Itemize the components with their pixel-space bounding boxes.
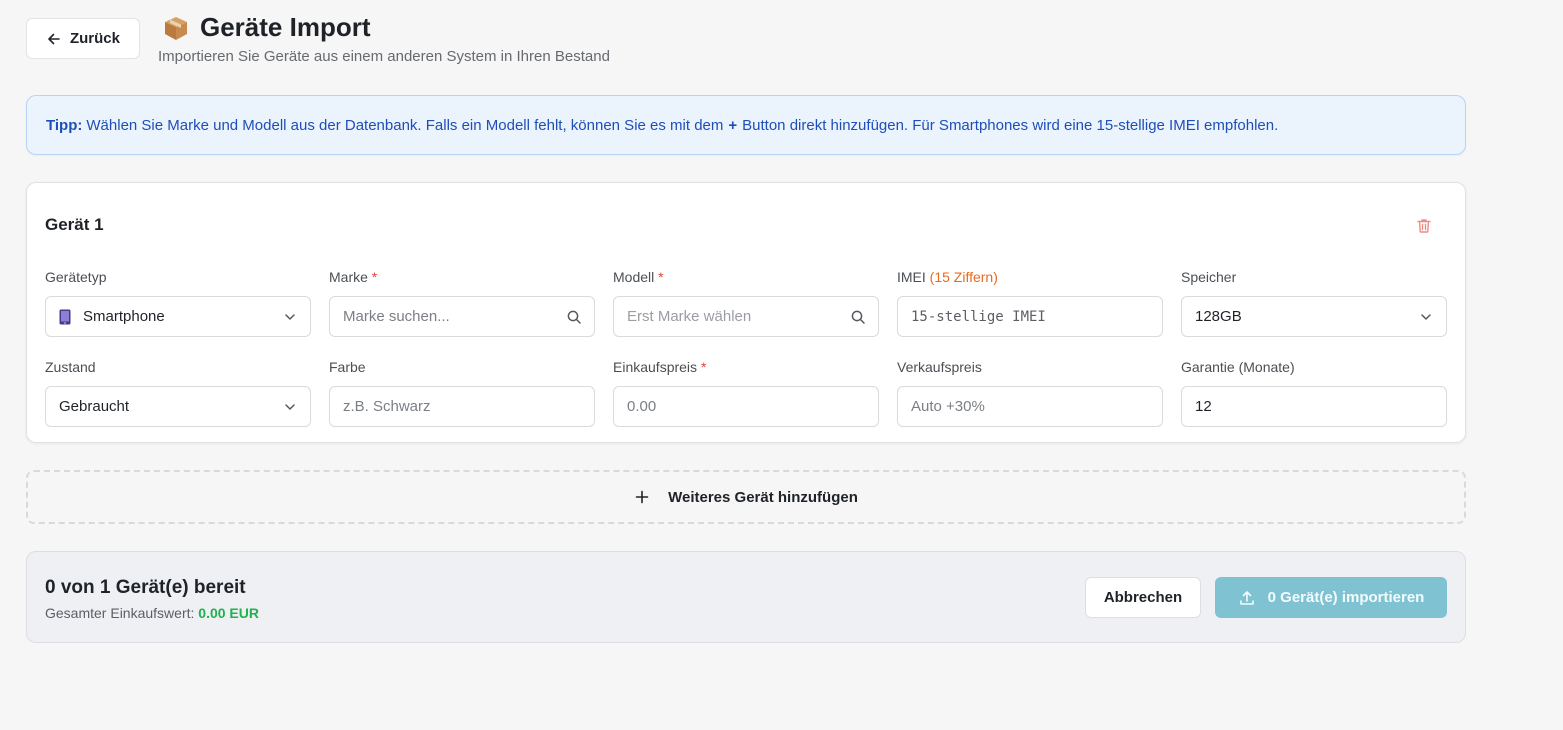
field-sale-price: Verkaufspreis Auto +30% xyxy=(897,359,1163,427)
chevron-down-icon xyxy=(1421,314,1431,320)
add-device-label: Weiteres Gerät hinzufügen xyxy=(668,488,858,506)
brand-search-input[interactable]: Marke suchen... xyxy=(329,296,595,337)
tip-text-before: Wählen Sie Marke und Modell aus der Date… xyxy=(86,116,724,134)
plus-icon xyxy=(635,490,649,504)
tip-prefix: Tipp: xyxy=(46,116,83,134)
chevron-down-icon xyxy=(285,404,295,410)
color-placeholder: z.B. Schwarz xyxy=(343,398,431,415)
device-type-select[interactable]: Smartphone xyxy=(45,296,311,337)
field-imei: IMEI (15 Ziffern) 15-stellige IMEI xyxy=(897,269,1163,337)
search-icon xyxy=(567,310,581,324)
tip-banner: Tipp: Wählen Sie Marke und Modell aus de… xyxy=(26,95,1466,155)
model-label: Modell * xyxy=(613,269,664,285)
model-placeholder: Erst Marke wählen xyxy=(627,308,752,325)
storage-select[interactable]: 128GB xyxy=(1181,296,1447,337)
arrow-left-icon xyxy=(48,33,60,44)
imei-label: IMEI (15 Ziffern) xyxy=(897,269,998,285)
page-header: Geräte Import xyxy=(162,12,371,43)
color-input[interactable]: z.B. Schwarz xyxy=(329,386,595,427)
purchase-price-input[interactable]: 0.00 xyxy=(613,386,879,427)
total-label: Gesamter Einkaufswert: xyxy=(45,605,195,621)
field-storage: Speicher 128GB xyxy=(1181,269,1447,337)
storage-label: Speicher xyxy=(1181,269,1237,285)
cancel-button[interactable]: Abbrechen xyxy=(1085,577,1201,618)
back-button[interactable]: Zurück xyxy=(26,18,140,59)
field-brand: Marke * Marke suchen... xyxy=(329,269,595,337)
back-button-label: Zurück xyxy=(69,30,120,47)
device-type-label: Gerätetyp xyxy=(45,269,107,285)
field-device-type: Gerätetyp Smartphone xyxy=(45,269,311,337)
field-color: Farbe z.B. Schwarz xyxy=(329,359,595,427)
field-condition: Zustand Gebraucht xyxy=(45,359,311,427)
total-amount: 0.00 EUR xyxy=(198,605,259,621)
device-card-title: Gerät 1 xyxy=(45,215,104,234)
add-device-button[interactable]: Weiteres Gerät hinzufügen xyxy=(26,470,1466,524)
tip-plus: + xyxy=(728,116,738,134)
storage-value: 128GB xyxy=(1195,308,1242,325)
total-purchase-value: Gesamter Einkaufswert: 0.00 EUR xyxy=(45,605,259,621)
field-warranty: Garantie (Monate) 12 xyxy=(1181,359,1447,427)
condition-value: Gebraucht xyxy=(59,398,130,415)
device-card: Gerät 1 Gerätetyp Smartphone Marke * Mar… xyxy=(26,182,1466,443)
sale-price-input[interactable]: Auto +30% xyxy=(897,386,1163,427)
chevron-down-icon xyxy=(285,314,295,320)
imei-placeholder: 15-stellige IMEI xyxy=(911,308,1046,325)
search-icon xyxy=(851,310,865,324)
sale-price-placeholder: Auto +30% xyxy=(911,398,985,415)
import-button[interactable]: 0 Gerät(e) importieren xyxy=(1215,577,1447,618)
field-purchase-price: Einkaufspreis * 0.00 xyxy=(613,359,879,427)
model-search-input[interactable]: Erst Marke wählen xyxy=(613,296,879,337)
brand-placeholder: Marke suchen... xyxy=(343,308,450,325)
field-model: Modell * Erst Marke wählen xyxy=(613,269,879,337)
color-label: Farbe xyxy=(329,359,366,375)
ready-count: 0 von 1 Gerät(e) bereit xyxy=(45,577,246,598)
device-type-value: Smartphone xyxy=(83,308,165,325)
purchase-price-label: Einkaufspreis * xyxy=(613,359,707,375)
package-icon xyxy=(165,16,187,40)
sale-price-label: Verkaufspreis xyxy=(897,359,982,375)
warranty-label: Garantie (Monate) xyxy=(1181,359,1295,375)
trash-icon[interactable] xyxy=(1415,217,1433,235)
smartphone-icon xyxy=(59,309,71,324)
purchase-price-placeholder: 0.00 xyxy=(627,398,657,415)
condition-label: Zustand xyxy=(45,359,96,375)
warranty-input[interactable]: 12 xyxy=(1181,386,1447,427)
page-title: Geräte Import xyxy=(200,12,371,42)
imei-input[interactable]: 15-stellige IMEI xyxy=(897,296,1163,337)
upload-icon xyxy=(1239,590,1254,605)
page-subtitle: Importieren Sie Geräte aus einem anderen… xyxy=(158,48,610,65)
brand-label: Marke * xyxy=(329,269,378,285)
condition-select[interactable]: Gebraucht xyxy=(45,386,311,427)
warranty-value: 12 xyxy=(1195,398,1212,415)
tip-text-after: Button direkt hinzufügen. Für Smartphone… xyxy=(742,116,1279,134)
import-summary-panel: 0 von 1 Gerät(e) bereit Gesamter Einkauf… xyxy=(26,551,1466,643)
import-button-label: 0 Gerät(e) importieren xyxy=(1267,589,1425,606)
